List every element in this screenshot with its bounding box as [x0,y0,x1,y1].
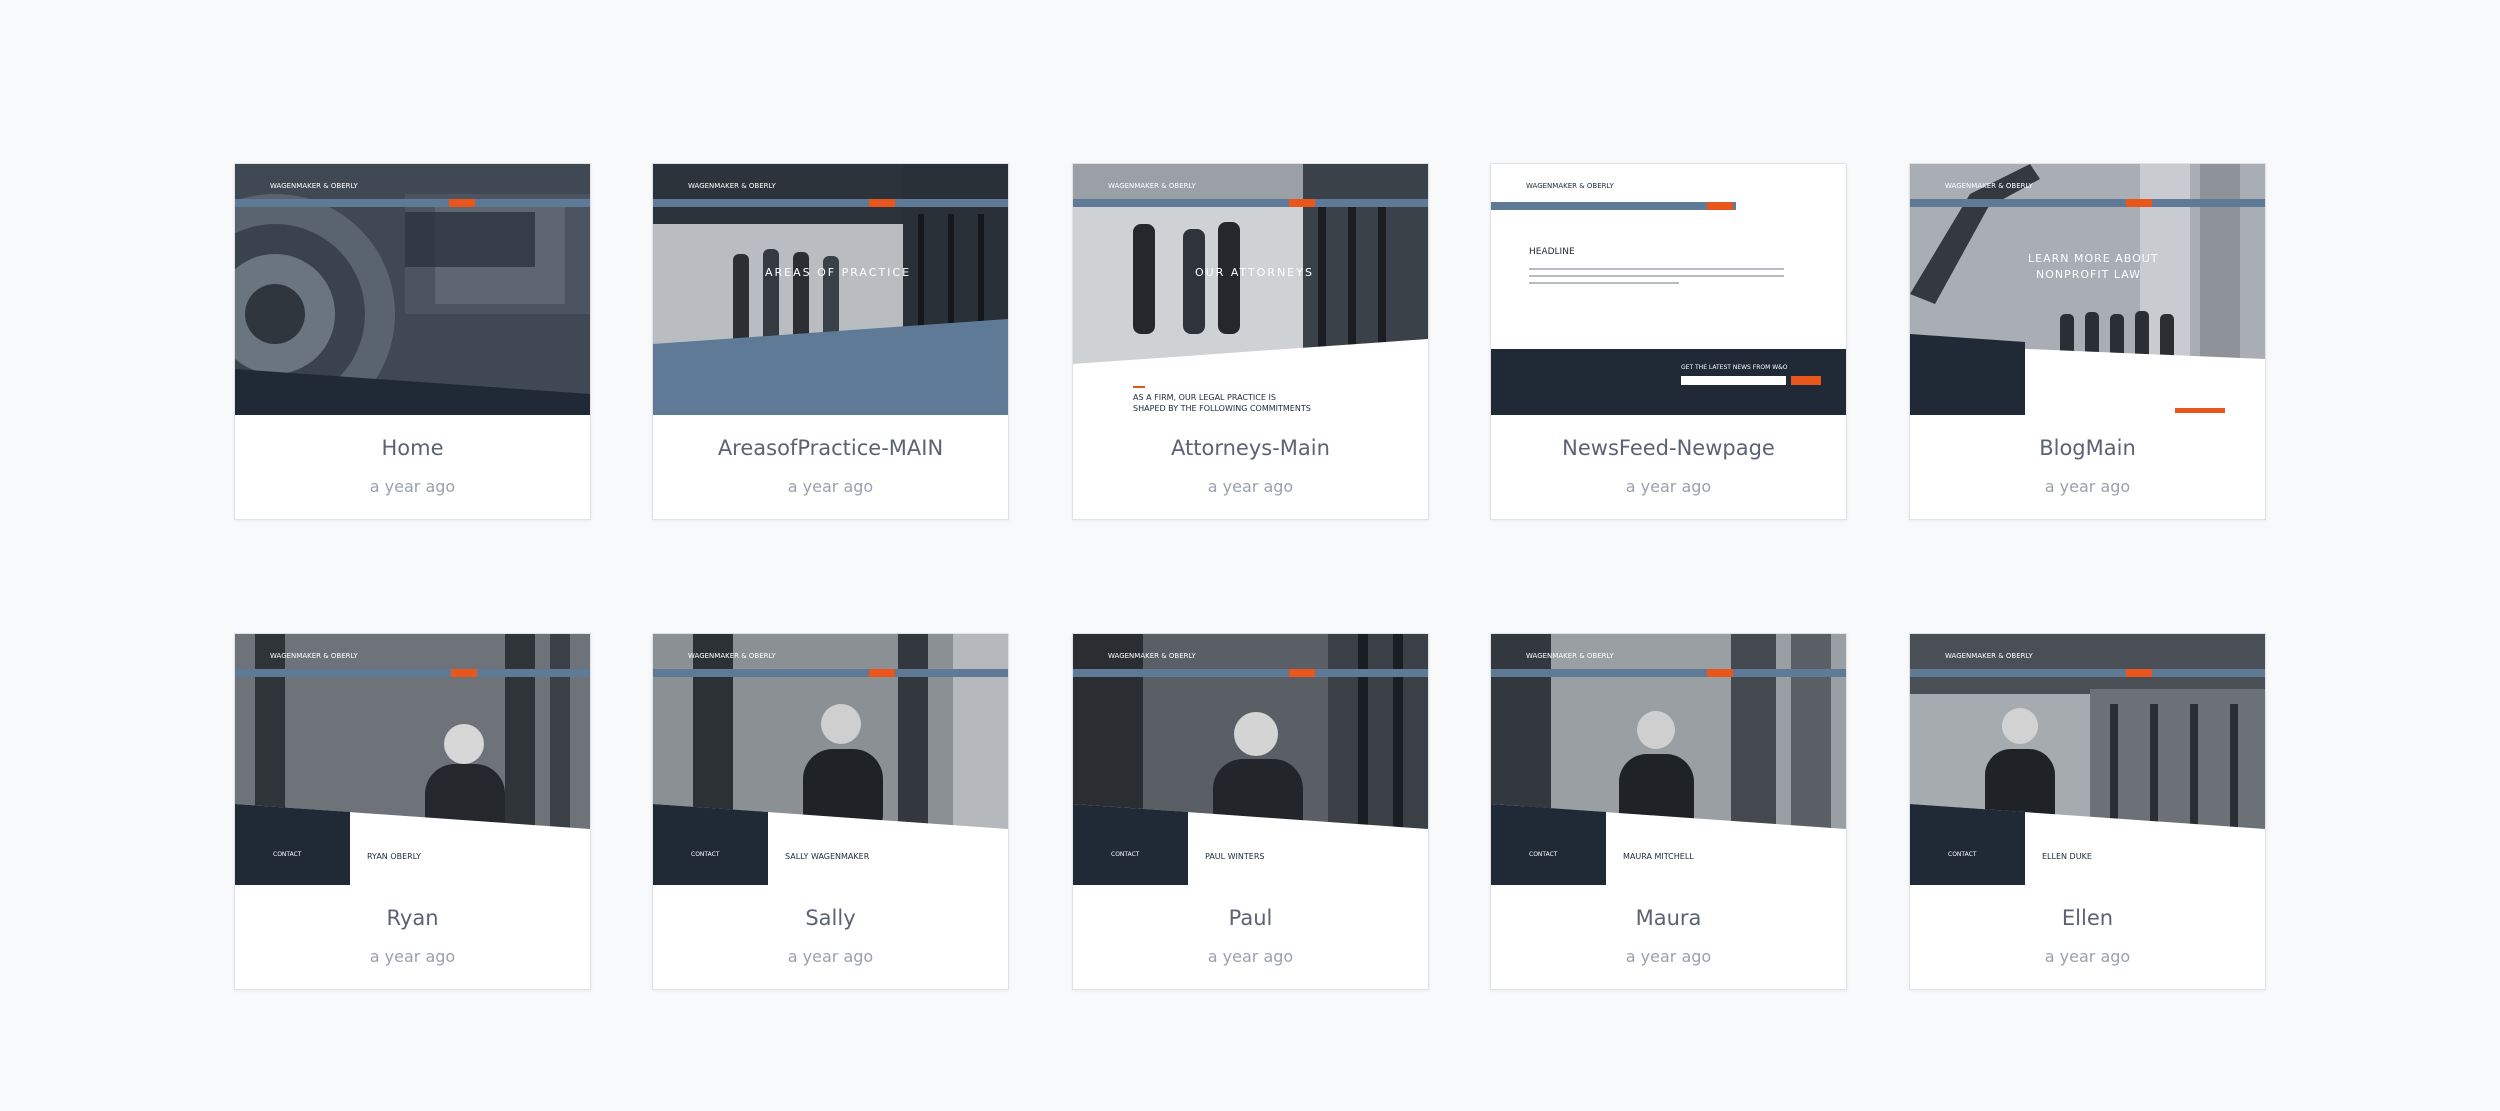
page-card-maura[interactable]: WAGENMAKER & OBERLY CONTACT MAURA MITCHE… [1490,633,1847,990]
thumbnail-ellen-image: WAGENMAKER & OBERLY CONTACT ELLEN DUKE [1910,634,2265,885]
page-card-attorneys-main[interactable]: WAGENMAKER & OBERLY OUR ATTORNEYS AS A F… [1072,163,1429,520]
card-timestamp: a year ago [1207,947,1294,966]
thumbnail-ellen: WAGENMAKER & OBERLY CONTACT ELLEN DUKE [1910,634,2265,885]
card-title: Sally [805,906,856,930]
thumb-name: ELLEN DUKE [2042,852,2092,861]
thumb-news-signup: GET THE LATEST NEWS FROM W&O [1681,364,1788,371]
thumb-contact: CONTACT [1529,851,1558,858]
card-timestamp: a year ago [1625,947,1712,966]
thumbnail-blogmain: WAGENMAKER & OBERLY LEARN MORE ABOUT NON… [1910,164,2265,415]
thumb-name: MAURA MITCHELL [1623,852,1694,861]
thumbnail-newsfeed: WAGENMAKER & OBERLY HEADLINE GET THE LAT… [1491,164,1846,415]
card-timestamp: a year ago [1625,477,1712,496]
card-timestamp: a year ago [787,477,874,496]
thumbnail-areasofpractice-image: WAGENMAKER & OBERLY AREAS OF PRACTICE [653,164,1008,415]
thumb-brand: WAGENMAKER & OBERLY [1108,182,1196,190]
thumbnail-maura-image: WAGENMAKER & OBERLY CONTACT MAURA MITCHE… [1491,634,1846,885]
thumbnail-newsfeed-image: WAGENMAKER & OBERLY HEADLINE GET THE LAT… [1491,164,1846,415]
page-card-sally[interactable]: WAGENMAKER & OBERLY CONTACT SALLY WAGENM… [652,633,1009,990]
thumbnail-ryan-image: WAGENMAKER & OBERLY CONTACT RYAN OBERLY [235,634,590,885]
thumb-brand: WAGENMAKER & OBERLY [1108,652,1196,660]
page-grid: WAGENMAKER & OBERLY Home a year ago WAGE… [0,0,2500,1111]
thumbnail-home: WAGENMAKER & OBERLY [235,164,590,415]
card-timestamp: a year ago [787,947,874,966]
thumbnail-blogmain-image: WAGENMAKER & OBERLY LEARN MORE ABOUT NON… [1910,164,2265,415]
card-timestamp: a year ago [2044,947,2131,966]
card-title: NewsFeed-Newpage [1562,436,1775,460]
card-title: BlogMain [2039,436,2136,460]
card-timestamp: a year ago [1207,477,1294,496]
thumb-headline-2: NONPROFIT LAW [2036,268,2141,281]
thumb-brand: WAGENMAKER & OBERLY [1526,182,1614,190]
card-title: Paul [1228,906,1273,930]
thumbnail-attorneys-main-image: WAGENMAKER & OBERLY OUR ATTORNEYS AS A F… [1073,164,1428,415]
thumbnail-ryan: WAGENMAKER & OBERLY CONTACT RYAN OBERLY [235,634,590,885]
page-card-areasofpractice[interactable]: WAGENMAKER & OBERLY AREAS OF PRACTICE Ar… [652,163,1009,520]
card-title: Maura [1635,906,1702,930]
thumb-headline: HEADLINE [1529,247,1575,257]
card-title: Home [381,436,444,460]
page-card-home[interactable]: WAGENMAKER & OBERLY Home a year ago [234,163,591,520]
thumb-contact: CONTACT [691,851,720,858]
thumb-name: PAUL WINTERS [1205,852,1264,861]
card-title: AreasofPractice-MAIN [717,436,944,460]
card-title: Ryan [386,906,439,930]
thumb-brand: WAGENMAKER & OBERLY [1945,182,2033,190]
page-card-paul[interactable]: WAGENMAKER & OBERLY CONTACT PAUL WINTERS… [1072,633,1429,990]
thumb-headline: AREAS OF PRACTICE [765,266,911,279]
page-card-newsfeed[interactable]: WAGENMAKER & OBERLY HEADLINE GET THE LAT… [1490,163,1847,520]
thumbnail-attorneys-main: WAGENMAKER & OBERLY OUR ATTORNEYS AS A F… [1073,164,1428,415]
thumb-brand: WAGENMAKER & OBERLY [270,652,358,660]
card-timestamp: a year ago [369,947,456,966]
thumbnail-sally-image: WAGENMAKER & OBERLY CONTACT SALLY WAGENM… [653,634,1008,885]
thumbnail-paul: WAGENMAKER & OBERLY CONTACT PAUL WINTERS [1073,634,1428,885]
thumbnail-home-image: WAGENMAKER & OBERLY [235,164,590,415]
thumb-headline-1: LEARN MORE ABOUT [2028,252,2159,265]
thumb-brand: WAGENMAKER & OBERLY [688,182,776,190]
page-card-ellen[interactable]: WAGENMAKER & OBERLY CONTACT ELLEN DUKE E… [1909,633,2266,990]
thumb-contact: CONTACT [273,851,302,858]
card-timestamp: a year ago [369,477,456,496]
card-timestamp: a year ago [2044,477,2131,496]
thumb-brand: WAGENMAKER & OBERLY [688,652,776,660]
thumb-brand: WAGENMAKER & OBERLY [1526,652,1614,660]
page-card-blogmain[interactable]: WAGENMAKER & OBERLY LEARN MORE ABOUT NON… [1909,163,2266,520]
thumb-name: RYAN OBERLY [367,852,421,861]
thumbnail-paul-image: WAGENMAKER & OBERLY CONTACT PAUL WINTERS [1073,634,1428,885]
thumb-brand: WAGENMAKER & OBERLY [1945,652,2033,660]
thumb-commit-line-1: AS A FIRM, OUR LEGAL PRACTICE IS [1133,393,1276,402]
thumb-contact: CONTACT [1948,851,1977,858]
thumbnail-sally: WAGENMAKER & OBERLY CONTACT SALLY WAGENM… [653,634,1008,885]
thumb-headline: OUR ATTORNEYS [1195,266,1314,279]
thumb-commit-line-2: SHAPED BY THE FOLLOWING COMMITMENTS [1133,404,1311,413]
card-title: Ellen [2061,906,2114,930]
card-title: Attorneys-Main [1171,436,1330,460]
page-card-ryan[interactable]: WAGENMAKER & OBERLY CONTACT RYAN OBERLY … [234,633,591,990]
thumb-contact: CONTACT [1111,851,1140,858]
thumb-name: SALLY WAGENMAKER [785,852,870,861]
thumbnail-areasofpractice: WAGENMAKER & OBERLY AREAS OF PRACTICE [653,164,1008,415]
thumbnail-maura: WAGENMAKER & OBERLY CONTACT MAURA MITCHE… [1491,634,1846,885]
thumb-brand: WAGENMAKER & OBERLY [270,182,358,190]
